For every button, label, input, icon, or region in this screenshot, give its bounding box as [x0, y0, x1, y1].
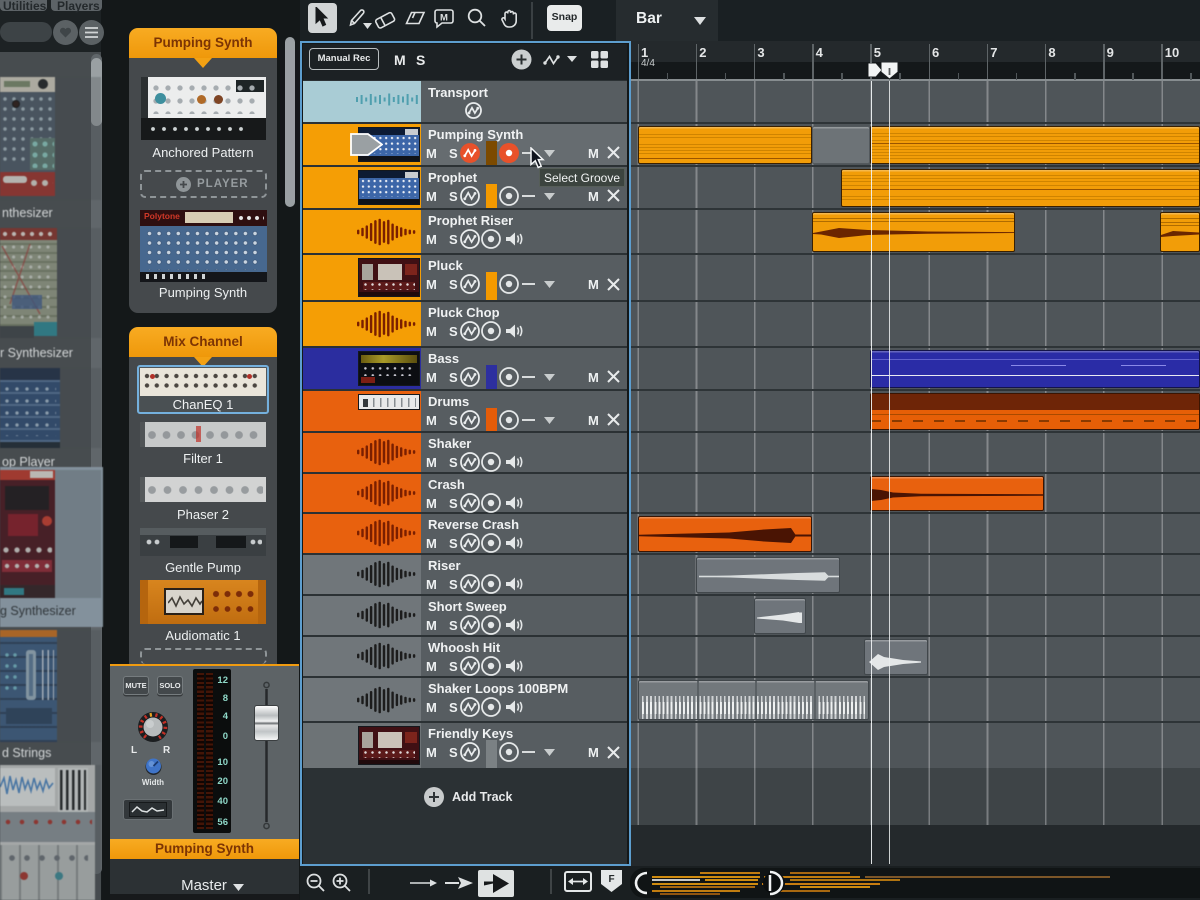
- svg-text:M: M: [440, 13, 448, 24]
- svg-text:F: F: [608, 874, 614, 885]
